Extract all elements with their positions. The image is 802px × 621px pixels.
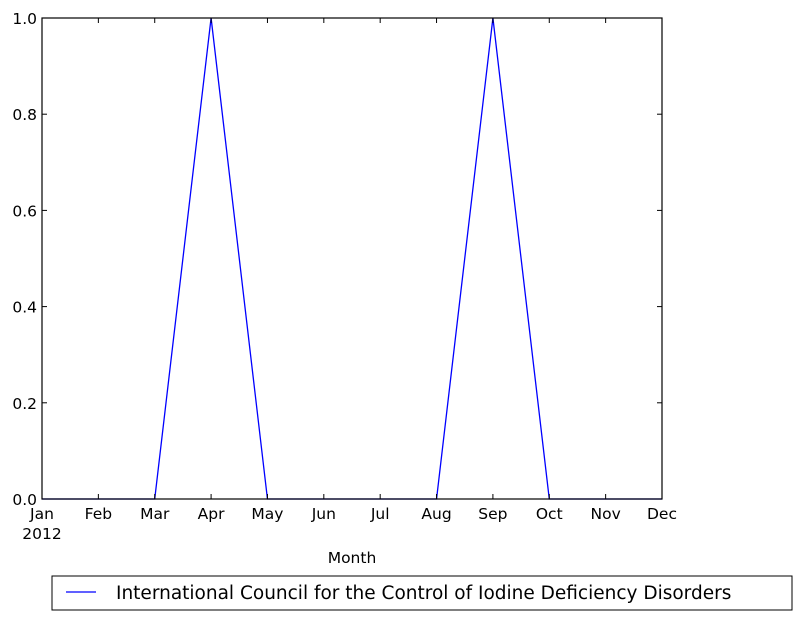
series-line-0 bbox=[42, 17, 662, 500]
y-tick-label: 0.8 bbox=[12, 106, 37, 124]
x-tick-label: Mar bbox=[140, 505, 170, 523]
x-tick-label: Jun bbox=[311, 505, 336, 523]
plot-area bbox=[41, 17, 663, 500]
x-axis-title: Month bbox=[328, 549, 377, 567]
x-tick-label: Feb bbox=[85, 505, 112, 523]
y-axis: 0.00.20.40.60.81.0 bbox=[12, 10, 662, 509]
x-tick-label: Aug bbox=[421, 505, 451, 523]
x-tick-label: May bbox=[251, 505, 283, 523]
x-tick-label: Jul bbox=[370, 505, 390, 523]
y-tick-label: 0.4 bbox=[12, 299, 37, 317]
x-tick-label: Sep bbox=[478, 505, 507, 523]
legend-label: International Council for the Control of… bbox=[116, 583, 731, 604]
x-year-label: 2012 bbox=[22, 525, 61, 543]
y-tick-label: 0.6 bbox=[12, 202, 37, 220]
x-tick-label: Nov bbox=[591, 505, 621, 523]
axes-frame bbox=[41, 17, 663, 500]
x-tick-label: Oct bbox=[536, 505, 563, 523]
x-axis: Jan Feb Mar Apr May Jun Jul Aug Sep Oct Nov Dec bbox=[29, 18, 677, 523]
x-tick-label: Jan bbox=[29, 505, 54, 523]
y-tick-label: 1.0 bbox=[12, 10, 37, 28]
x-tick-label: Dec bbox=[647, 505, 677, 523]
line-chart: 0.00.20.40.60.81.0 Jan Feb Mar Apr May Jun Jul… bbox=[12, 10, 793, 611]
legend: International Council for the Control of… bbox=[51, 575, 793, 611]
x-tick-label: Apr bbox=[198, 505, 225, 523]
y-tick-label: 0.2 bbox=[12, 395, 37, 413]
